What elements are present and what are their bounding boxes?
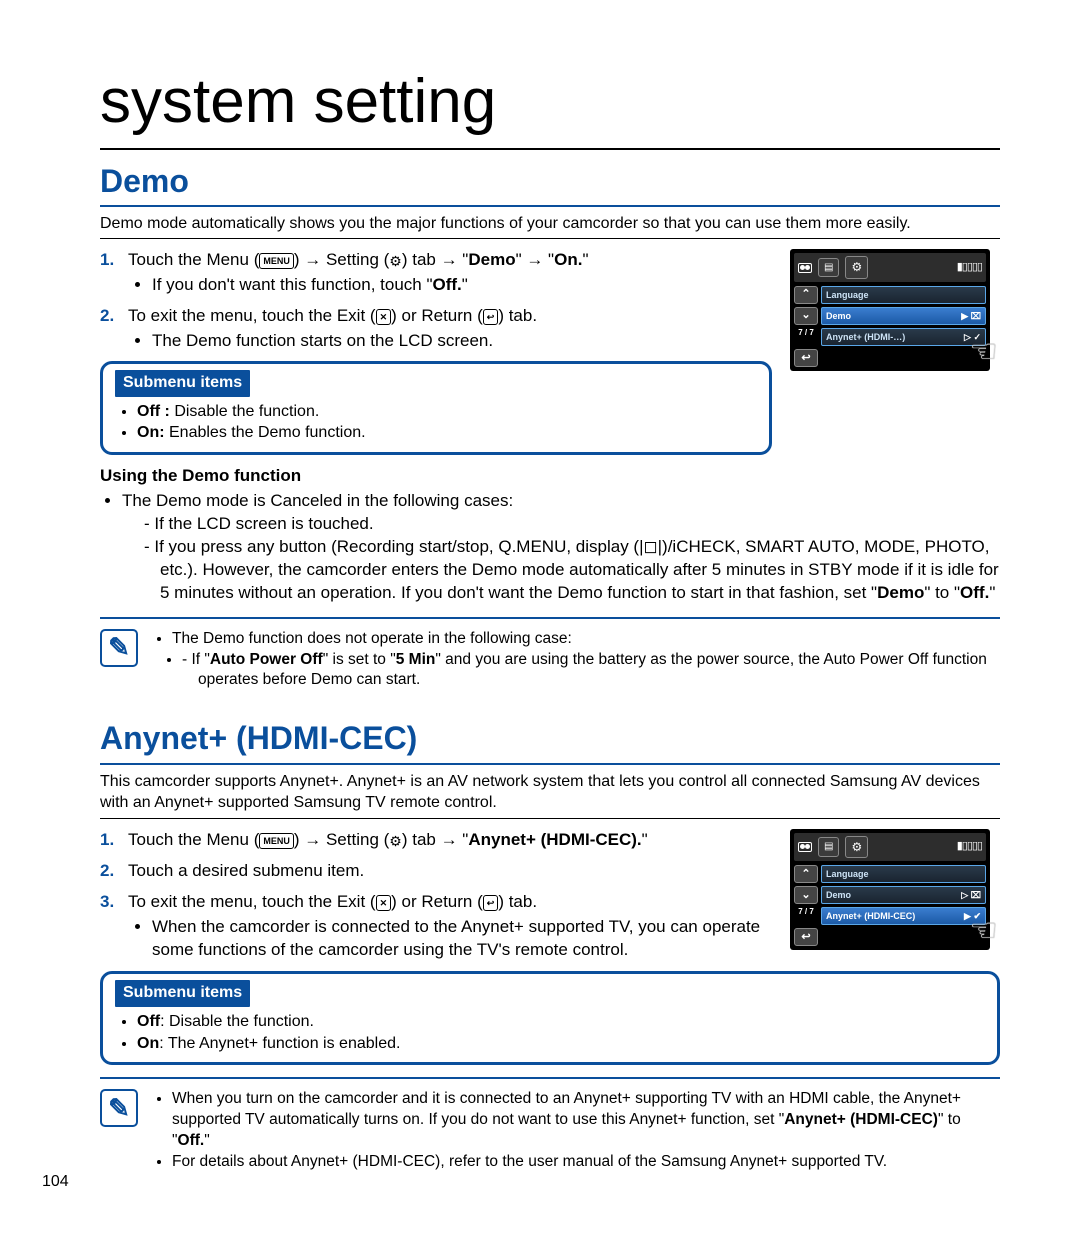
page-title: system setting bbox=[100, 60, 1000, 150]
page-number: 104 bbox=[42, 1171, 69, 1193]
return-icon: ↩ bbox=[483, 309, 499, 325]
anynet-step-1: 1. Touch the Menu (MENU) → Setting (⚙) t… bbox=[100, 829, 772, 852]
lcd-row-language[interactable]: Language bbox=[821, 286, 986, 304]
divider bbox=[100, 617, 1000, 619]
lcd-back-button[interactable]: ↩ bbox=[794, 928, 818, 946]
close-icon: ✕ bbox=[376, 309, 392, 325]
battery-icon: ▮▯▯▯▯ bbox=[957, 839, 982, 854]
menu-icon: MENU bbox=[259, 253, 294, 269]
lcd-figure-anynet: ▤ ⚙ ▮▯▯▯▯ ⌃ ⌄ 7 / 7 Language Demo▷ ⌧ Any… bbox=[790, 829, 990, 951]
anynet-note: ✎ When you turn on the camcorder and it … bbox=[100, 1089, 1000, 1173]
using-demo-case-1: If the LCD screen is touched. bbox=[144, 513, 1000, 536]
anynet-step-3-sub: When the camcorder is connected to the A… bbox=[152, 916, 772, 962]
anynet-intro: This camcorder supports Anynet+. Anynet+… bbox=[100, 771, 1000, 819]
divider bbox=[100, 1077, 1000, 1079]
demo-intro: Demo mode automatically shows you the ma… bbox=[100, 213, 1000, 240]
submenu-label: Submenu items bbox=[115, 370, 250, 397]
demo-note-case: If "Auto Power Off" is set to "5 Min" an… bbox=[182, 650, 1000, 692]
submenu-label: Submenu items bbox=[115, 980, 250, 1007]
lcd-page-indicator: 7 / 7 bbox=[794, 907, 818, 918]
demo-submenu-box: Submenu items Off : Disable the function… bbox=[100, 361, 772, 455]
lcd-tab-list: ▤ bbox=[818, 258, 839, 278]
anynet-submenu-box: Submenu items Off: Disable the function.… bbox=[100, 971, 1000, 1065]
lcd-row-demo[interactable]: Demo▶ ⌧ bbox=[821, 307, 986, 325]
record-icon bbox=[798, 263, 812, 273]
lcd-up-button[interactable]: ⌃ bbox=[794, 286, 818, 304]
using-demo-lead: The Demo mode is Canceled in the followi… bbox=[122, 490, 1000, 605]
lcd-up-button[interactable]: ⌃ bbox=[794, 865, 818, 883]
lcd-back-button[interactable]: ↩ bbox=[794, 349, 818, 367]
anynet-step-3: 3. To exit the menu, touch the Exit (✕) … bbox=[100, 891, 772, 962]
lcd-row-anynet[interactable]: Anynet+ (HDMI-CEC)▶ ✔ bbox=[821, 907, 986, 925]
close-icon: ✕ bbox=[376, 895, 392, 911]
demo-step-1: 1. Touch the Menu (MENU) → Setting (⚙) t… bbox=[100, 249, 772, 297]
demo-submenu-off: Off : Disable the function. bbox=[137, 401, 757, 423]
demo-step-2: 2. To exit the menu, touch the Exit (✕) … bbox=[100, 305, 772, 353]
lcd-row-anynet[interactable]: Anynet+ (HDMI-…)▷ ✓ bbox=[821, 328, 986, 346]
return-icon: ↩ bbox=[483, 895, 499, 911]
lcd-tab-gear: ⚙ bbox=[845, 256, 868, 278]
lcd-tab-gear: ⚙ bbox=[845, 836, 868, 858]
lcd-down-button[interactable]: ⌄ bbox=[794, 886, 818, 904]
demo-note: ✎ The Demo function does not operate in … bbox=[100, 629, 1000, 692]
demo-step-2-sub: The Demo function starts on the LCD scre… bbox=[152, 330, 772, 353]
lcd-tab-list: ▤ bbox=[818, 837, 839, 857]
anynet-note-1: When you turn on the camcorder and it is… bbox=[172, 1089, 1000, 1152]
record-icon bbox=[798, 842, 812, 852]
demo-note-lead: The Demo function does not operate in th… bbox=[172, 629, 1000, 650]
lcd-row-demo[interactable]: Demo▷ ⌧ bbox=[821, 886, 986, 904]
anynet-step-2: 2.Touch a desired submenu item. bbox=[100, 860, 772, 883]
pointer-hand-icon: ☜ bbox=[969, 909, 998, 952]
lcd-page-indicator: 7 / 7 bbox=[794, 328, 818, 339]
demo-step-1-sub: If you don't want this function, touch "… bbox=[152, 274, 772, 297]
menu-icon: MENU bbox=[259, 833, 294, 849]
note-icon: ✎ bbox=[100, 1089, 138, 1127]
using-demo-heading: Using the Demo function bbox=[100, 465, 1000, 488]
using-demo-case-2: If you press any button (Recording start… bbox=[144, 536, 1000, 605]
section-heading-demo: Demo bbox=[100, 160, 1000, 207]
demo-submenu-on: On: Enables the Demo function. bbox=[137, 422, 757, 444]
anynet-submenu-on: On: The Anynet+ function is enabled. bbox=[137, 1033, 985, 1055]
battery-icon: ▮▯▯▯▯ bbox=[957, 260, 982, 275]
lcd-figure-demo: ▤ ⚙ ▮▯▯▯▯ ⌃ ⌄ 7 / 7 Language Demo▶ ⌧ Any… bbox=[790, 249, 990, 371]
gear-icon: ⚙ bbox=[389, 253, 402, 269]
note-icon: ✎ bbox=[100, 629, 138, 667]
anynet-note-2: For details about Anynet+ (HDMI-CEC), re… bbox=[172, 1152, 1000, 1173]
lcd-row-language[interactable]: Language bbox=[821, 865, 986, 883]
section-heading-anynet: Anynet+ (HDMI-CEC) bbox=[100, 717, 1000, 764]
gear-icon: ⚙ bbox=[389, 833, 402, 849]
anynet-submenu-off: Off: Disable the function. bbox=[137, 1011, 985, 1033]
lcd-down-button[interactable]: ⌄ bbox=[794, 307, 818, 325]
pointer-hand-icon: ☜ bbox=[969, 330, 998, 373]
